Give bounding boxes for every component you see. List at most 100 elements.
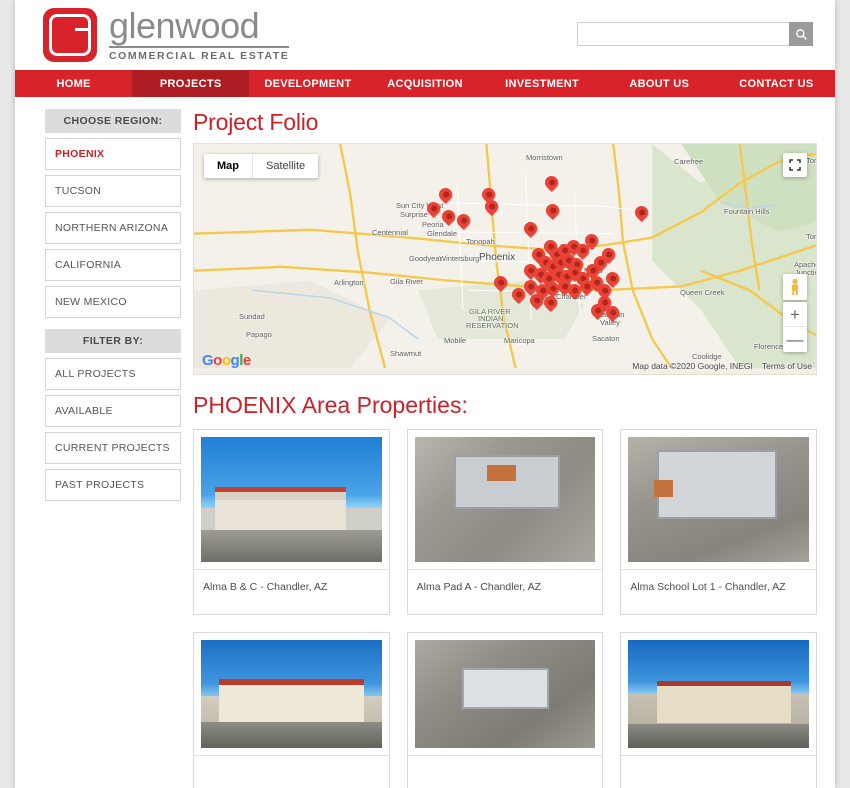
map-label: Gila River xyxy=(390,277,423,286)
property-caption xyxy=(194,755,389,788)
nav-item-investment[interactable]: INVESTMENT xyxy=(484,70,601,97)
map-marker-pin[interactable] xyxy=(576,244,589,257)
search-button[interactable] xyxy=(789,22,813,46)
zoom-out-button[interactable]: — xyxy=(783,327,807,352)
map-label: Fountain Hills xyxy=(724,207,769,216)
map-marker-pin[interactable] xyxy=(606,272,619,285)
zoom-in-button[interactable]: + xyxy=(783,302,807,327)
map-marker-pin[interactable] xyxy=(442,210,455,223)
brand-tagline: COMMERCIAL REAL ESTATE xyxy=(109,50,289,62)
property-card[interactable]: Alma Pad A - Chandler, AZ xyxy=(407,429,604,615)
map-label: Tortilla Flat xyxy=(806,232,817,241)
nav-item-about-us[interactable]: ABOUT US xyxy=(601,70,718,97)
sidebar-item-label: ALL PROJECTS xyxy=(55,368,136,380)
sidebar-item-label: CURRENT PROJECTS xyxy=(55,442,170,454)
google-logo: Google xyxy=(202,352,251,369)
terms-of-use-link[interactable]: Terms of Use xyxy=(762,361,812,371)
nav-item-label: DEVELOPMENT xyxy=(264,78,351,90)
map-type-satellite[interactable]: Satellite xyxy=(252,154,318,178)
map-marker-pin[interactable] xyxy=(544,296,557,309)
sidebar-region-california[interactable]: CALIFORNIA xyxy=(45,249,181,281)
property-grid-row-1: Alma B & C - Chandler, AZ Alma Pad A - C… xyxy=(193,429,817,615)
sidebar-filter-current-projects[interactable]: CURRENT PROJECTS xyxy=(45,432,181,464)
filter-list: ALL PROJECTS AVAILABLE CURRENT PROJECTS PAS… xyxy=(45,358,181,501)
map-marker-pin[interactable] xyxy=(530,294,543,307)
property-card[interactable]: Alma B & C - Chandler, AZ xyxy=(193,429,390,615)
property-caption: Alma B & C - Chandler, AZ xyxy=(194,569,389,614)
property-photo xyxy=(628,437,809,562)
map-label: Arlington xyxy=(334,278,364,287)
property-photo xyxy=(415,640,596,748)
property-caption xyxy=(621,755,816,788)
choose-region-heading: CHOOSE REGION: xyxy=(45,109,181,133)
map-marker-pin[interactable] xyxy=(524,222,537,235)
property-card[interactable] xyxy=(407,632,604,788)
map-marker-pin[interactable] xyxy=(439,188,452,201)
map-label: Tonto Basin xyxy=(806,156,817,165)
fullscreen-icon xyxy=(789,159,801,171)
nav-item-contact-us[interactable]: CONTACT US xyxy=(718,70,835,97)
map-marker-pin[interactable] xyxy=(457,214,470,227)
brand-name: glenwood xyxy=(109,8,289,44)
street-view-pegman-icon xyxy=(788,278,802,296)
map-marker-pin[interactable] xyxy=(485,200,498,213)
nav-item-label: INVESTMENT xyxy=(505,78,579,90)
nav-item-projects[interactable]: PROJECTS xyxy=(132,70,249,97)
map-marker-pin[interactable] xyxy=(512,288,525,301)
map-label: Morristown xyxy=(526,153,563,162)
map-label: Mobile xyxy=(444,336,466,345)
property-grid-row-2 xyxy=(193,632,817,788)
search-bar xyxy=(577,22,813,46)
sidebar-region-new-mexico[interactable]: NEW MEXICO xyxy=(45,286,181,318)
property-caption xyxy=(408,755,603,788)
nav-item-label: PROJECTS xyxy=(160,78,222,90)
map-label: Tonopah xyxy=(466,237,495,246)
map-marker-pin[interactable] xyxy=(602,248,615,261)
map-label: Coolidge xyxy=(692,352,722,361)
site-logo[interactable]: glenwood COMMERCIAL REAL ESTATE xyxy=(43,8,289,62)
project-map[interactable]: MorristownCarefreeTonto BasinSun City We… xyxy=(193,143,817,375)
nav-item-development[interactable]: DEVELOPMENT xyxy=(249,70,366,97)
nav-item-label: ACQUISITION xyxy=(387,78,462,90)
map-label: Phoenix xyxy=(479,252,515,263)
sidebar-region-northern-arizona[interactable]: NORTHERN ARIZONA xyxy=(45,212,181,244)
main-navigation: HOME PROJECTS DEVELOPMENT ACQUISITION INVEST… xyxy=(15,70,835,97)
map-marker-pin[interactable] xyxy=(635,206,648,219)
map-type-switcher: MapSatellite xyxy=(204,154,318,178)
map-label: Maricopa xyxy=(504,336,535,345)
map-label: Gold Canyon xyxy=(816,278,817,287)
sidebar-filter-all-projects[interactable]: ALL PROJECTS xyxy=(45,358,181,390)
sidebar-filter-past-projects[interactable]: PAST PROJECTS xyxy=(45,469,181,501)
nav-item-home[interactable]: HOME xyxy=(15,70,132,97)
property-photo xyxy=(201,437,382,562)
nav-item-label: CONTACT US xyxy=(739,78,813,90)
search-input[interactable] xyxy=(577,22,789,46)
map-label: Carefree xyxy=(674,157,703,166)
map-type-map[interactable]: Map xyxy=(204,154,252,178)
map-label: Centennial xyxy=(372,228,408,237)
map-marker-pin[interactable] xyxy=(494,276,507,289)
sidebar-filter-available[interactable]: AVAILABLE xyxy=(45,395,181,427)
fullscreen-button[interactable] xyxy=(783,153,807,177)
sidebar-item-label: TUCSON xyxy=(55,185,101,197)
map-label: Sacaton xyxy=(592,334,620,343)
sidebar-region-phoenix[interactable]: PHOENIX xyxy=(45,138,181,170)
map-label: Papago xyxy=(246,330,272,339)
zoom-controls: + — xyxy=(783,302,807,352)
nav-item-acquisition[interactable]: ACQUISITION xyxy=(366,70,483,97)
nav-item-label: ABOUT US xyxy=(629,78,689,90)
filter-by-heading: FILTER BY: xyxy=(45,329,181,353)
sidebar-region-tucson[interactable]: TUCSON xyxy=(45,175,181,207)
map-marker-pin[interactable] xyxy=(545,176,558,189)
property-card[interactable] xyxy=(620,632,817,788)
logo-wordmark: glenwood COMMERCIAL REAL ESTATE xyxy=(109,8,289,62)
street-view-button[interactable] xyxy=(783,274,807,300)
map-marker-pin[interactable] xyxy=(606,306,619,319)
map-label: Goodyear xyxy=(409,254,442,263)
property-photo xyxy=(628,640,809,748)
map-marker-pin[interactable] xyxy=(591,304,604,317)
property-card[interactable] xyxy=(193,632,390,788)
property-card[interactable]: Alma School Lot 1 - Chandler, AZ xyxy=(620,429,817,615)
map-marker-pin[interactable] xyxy=(546,204,559,217)
map-marker-pin[interactable] xyxy=(427,202,440,215)
